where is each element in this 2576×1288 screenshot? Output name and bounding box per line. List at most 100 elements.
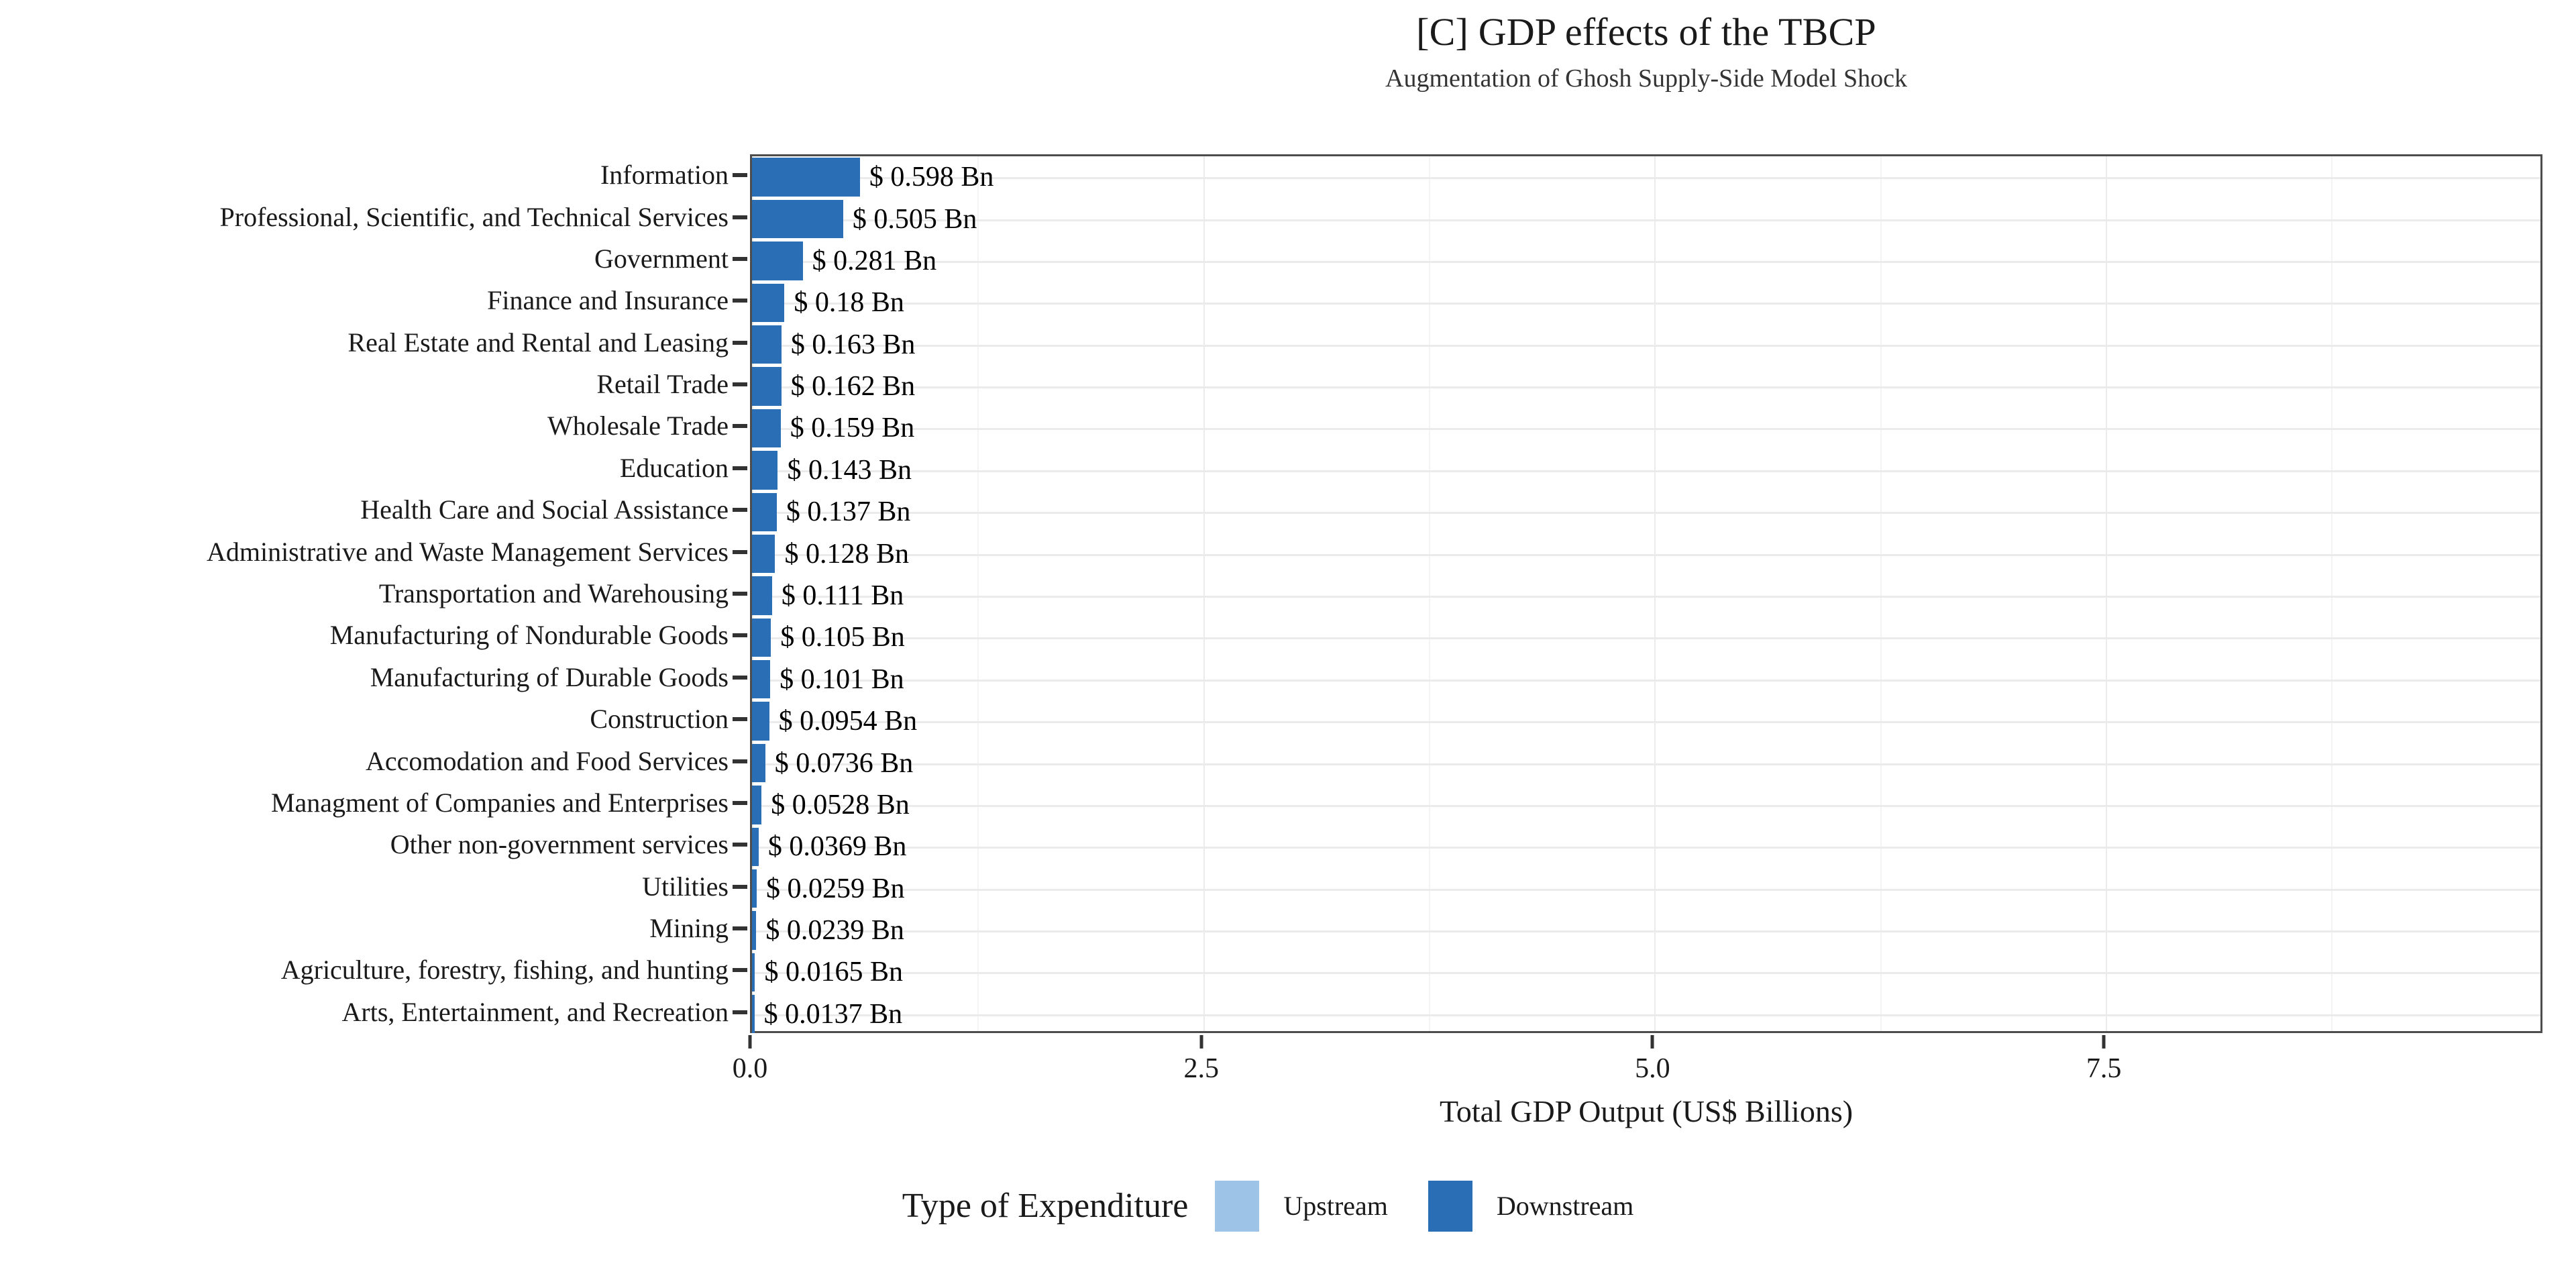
bar-row: $ 0.159 Bn [752, 409, 2540, 448]
bar-segment-downstream[interactable] [752, 283, 785, 322]
y-axis-category-labels: Information Professional, Scientific, and… [0, 154, 731, 1033]
bar-value-label: $ 0.137 Bn [786, 496, 911, 528]
legend-items: Upstream Downstream [1215, 1181, 1674, 1232]
y-axis-tick [733, 382, 747, 387]
x-axis-tick-label: 2.5 [1183, 1053, 1219, 1084]
bar-row: $ 0.0528 Bn [752, 786, 2540, 824]
bar-segment-downstream[interactable] [752, 451, 778, 490]
y-axis-tick [733, 800, 747, 805]
x-axis-title: Total GDP Output (US$ Billions) [1439, 1094, 1854, 1128]
legend-swatch-downstream [1428, 1181, 1472, 1232]
bar-stack[interactable] [752, 451, 778, 490]
bar-value-label: $ 0.0259 Bn [765, 873, 905, 904]
bar-value-label: $ 0.105 Bn [780, 622, 905, 653]
y-axis-tick [733, 508, 747, 513]
bar-value-label: $ 0.0165 Bn [764, 957, 903, 988]
bar-row: $ 0.111 Bn [752, 576, 2540, 615]
bar-segment-downstream[interactable] [752, 367, 782, 406]
x-axis-tick [2102, 1035, 2106, 1049]
bar-value-label: $ 0.101 Bn [780, 663, 904, 695]
bar-stack[interactable] [752, 576, 772, 615]
y-axis-label: Mining [649, 913, 729, 944]
legend-item[interactable]: Downstream [1428, 1181, 1633, 1232]
bar-segment-downstream[interactable] [752, 534, 775, 574]
bar-stack[interactable] [752, 367, 782, 406]
bar-stack[interactable] [752, 827, 759, 866]
bar-stack[interactable] [752, 158, 860, 197]
bar-value-label: $ 0.162 Bn [790, 371, 916, 402]
legend-item[interactable]: Upstream [1215, 1181, 1388, 1232]
bar-row: $ 0.505 Bn [752, 199, 2540, 239]
y-axis-label: Accomodation and Food Services [366, 745, 729, 776]
y-axis-tick [733, 424, 747, 429]
bar-segment-downstream[interactable] [752, 241, 803, 280]
bar-value-label: $ 0.163 Bn [790, 329, 916, 360]
bar-row: $ 0.162 Bn [752, 367, 2540, 406]
bar-segment-downstream[interactable] [752, 199, 843, 239]
y-axis-tick [733, 717, 747, 722]
chart-subtitle: Augmentation of Ghosh Supply-Side Model … [1385, 64, 1907, 93]
y-axis-tick [733, 549, 747, 554]
bar-value-label: $ 0.111 Bn [781, 580, 904, 611]
bar-segment-downstream[interactable] [752, 325, 782, 364]
bar-row: $ 0.128 Bn [752, 534, 2540, 574]
y-axis-tick [733, 759, 747, 763]
bar-segment-downstream[interactable] [752, 158, 860, 197]
bar-segment-downstream[interactable] [752, 743, 765, 783]
bar-stack[interactable] [752, 199, 843, 239]
bar-segment-downstream[interactable] [752, 409, 781, 448]
y-axis-label: Education [619, 452, 729, 483]
bar-segment-downstream[interactable] [752, 492, 777, 531]
bar-value-label: $ 0.143 Bn [787, 454, 912, 486]
title-block: [C] GDP effects of the TBCP Augmentation… [750, 9, 2542, 95]
bar-value-label: $ 0.0137 Bn [763, 998, 903, 1030]
bar-stack[interactable] [752, 409, 781, 448]
bar-segment-downstream[interactable] [752, 827, 759, 866]
bar-stack[interactable] [752, 869, 757, 908]
bar-segment-downstream[interactable] [752, 576, 772, 615]
y-axis-label: Arts, Entertainment, and Recreation [341, 996, 729, 1027]
bar-segment-downstream[interactable] [752, 660, 771, 699]
bar-row: $ 0.105 Bn [752, 618, 2540, 657]
bar-value-label: $ 0.598 Bn [869, 162, 994, 193]
bar-stack[interactable] [752, 743, 765, 783]
bar-value-label: $ 0.0369 Bn [767, 831, 907, 863]
bar-stack[interactable] [752, 283, 785, 322]
y-axis-label: Manufacturing of Durable Goods [370, 661, 729, 692]
bar-stack[interactable] [752, 786, 762, 824]
bar-row: $ 0.101 Bn [752, 660, 2540, 699]
y-axis-label: Utilities [642, 871, 729, 902]
bar-segment-downstream[interactable] [752, 869, 757, 908]
y-axis-label: Managment of Companies and Enterprises [270, 787, 729, 818]
bar-value-label: $ 0.0528 Bn [771, 789, 910, 820]
bar-value-label: $ 0.0736 Bn [774, 747, 914, 779]
bar-segment-downstream[interactable] [752, 702, 769, 741]
bar-stack[interactable] [752, 702, 769, 741]
y-axis-label: Retail Trade [596, 369, 729, 400]
legend: Type of Expenditure Upstream Downstream [0, 1181, 2576, 1232]
y-axis-tick [733, 173, 747, 178]
legend-label: Downstream [1496, 1191, 1634, 1221]
y-axis-label: Manufacturing of Nondurable Goods [329, 620, 729, 651]
bar-stack[interactable] [752, 618, 771, 657]
bar-segment-downstream[interactable] [752, 786, 762, 824]
bar-segment-downstream[interactable] [752, 618, 771, 657]
y-axis-tick [733, 968, 747, 973]
bar-value-label: $ 0.0239 Bn [765, 915, 904, 947]
bar-stack[interactable] [752, 241, 803, 280]
x-axis-tick [748, 1035, 752, 1049]
bar-stack[interactable] [752, 492, 777, 531]
y-axis-label: Health Care and Social Assistance [360, 494, 729, 525]
bar-value-label: $ 0.281 Bn [812, 245, 937, 276]
legend-title: Type of Expenditure [902, 1187, 1189, 1225]
page-title: [C] GDP effects of the TBCP [1416, 10, 1876, 54]
y-axis-label: Administrative and Waste Management Serv… [206, 536, 729, 567]
y-axis-tick [733, 340, 747, 345]
bar-stack[interactable] [752, 325, 782, 364]
bar-stack[interactable] [752, 534, 775, 574]
bar-stack[interactable] [752, 660, 771, 699]
y-axis-tick [733, 926, 747, 931]
x-axis-tick-label: 7.5 [2086, 1053, 2122, 1084]
y-axis-tick [733, 843, 747, 847]
y-axis-tick [733, 592, 747, 596]
